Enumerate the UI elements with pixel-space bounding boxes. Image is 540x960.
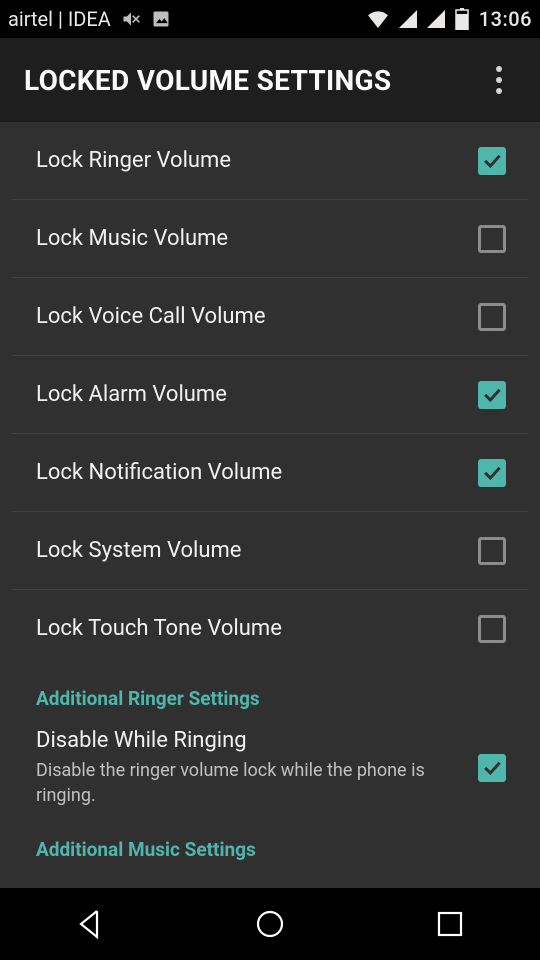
carrier-text: airtel | IDEA (8, 7, 111, 31)
page-title: LOCKED VOLUME SETTINGS (24, 64, 391, 97)
checkbox[interactable] (478, 147, 506, 175)
back-button[interactable] (40, 900, 140, 948)
lock-alarm-row[interactable]: Lock Alarm Volume (0, 356, 540, 433)
row-label: Lock Ringer Volume (36, 148, 231, 173)
checkbox[interactable] (478, 225, 506, 253)
checkbox[interactable] (478, 754, 506, 782)
checkbox[interactable] (478, 459, 506, 487)
lock-notification-row[interactable]: Lock Notification Volume (0, 434, 540, 511)
app-bar: LOCKED VOLUME SETTINGS (0, 38, 540, 122)
row-label: Lock Voice Call Volume (36, 304, 266, 329)
more-vert-icon (495, 65, 503, 95)
status-bar: airtel | IDEA 13:06 (0, 0, 540, 38)
clock-text: 13:06 (479, 7, 532, 31)
battery-icon (455, 8, 469, 30)
row-label: Lock System Volume (36, 538, 241, 563)
settings-list[interactable]: Lock Ringer Volume Lock Music Volume Loc… (0, 122, 540, 888)
row-sublabel: Disable the ringer volume lock while the… (36, 759, 436, 808)
lock-system-row[interactable]: Lock System Volume (0, 512, 540, 589)
row-label: Lock Music Volume (36, 226, 228, 251)
signal-1-icon (399, 10, 417, 28)
recents-icon (435, 909, 465, 939)
checkbox[interactable] (478, 303, 506, 331)
mute-icon (121, 9, 141, 29)
checkbox[interactable] (478, 615, 506, 643)
checkbox[interactable] (478, 537, 506, 565)
overflow-menu-button[interactable] (478, 59, 520, 101)
signal-2-icon (427, 10, 445, 28)
row-label: Disable While Ringing (36, 728, 436, 753)
lock-ringer-row[interactable]: Lock Ringer Volume (0, 122, 540, 199)
nav-bar (0, 888, 540, 960)
lock-voice-row[interactable]: Lock Voice Call Volume (0, 278, 540, 355)
checkbox[interactable] (478, 381, 506, 409)
section-ringer-header: Additional Ringer Settings (0, 667, 540, 718)
row-label: Lock Alarm Volume (36, 382, 227, 407)
row-label: Lock Touch Tone Volume (36, 616, 282, 641)
lock-touch-tone-row[interactable]: Lock Touch Tone Volume (0, 590, 540, 667)
lock-music-row[interactable]: Lock Music Volume (0, 200, 540, 277)
disable-while-ringing-row[interactable]: Disable While Ringing Disable the ringer… (0, 718, 540, 818)
wifi-icon (367, 10, 389, 28)
back-icon (73, 907, 107, 941)
recents-button[interactable] (400, 900, 500, 948)
section-music-header: Additional Music Settings (0, 818, 540, 869)
home-button[interactable] (220, 900, 320, 948)
home-icon (253, 907, 287, 941)
row-label: Lock Notification Volume (36, 460, 282, 485)
picture-icon (151, 9, 171, 29)
